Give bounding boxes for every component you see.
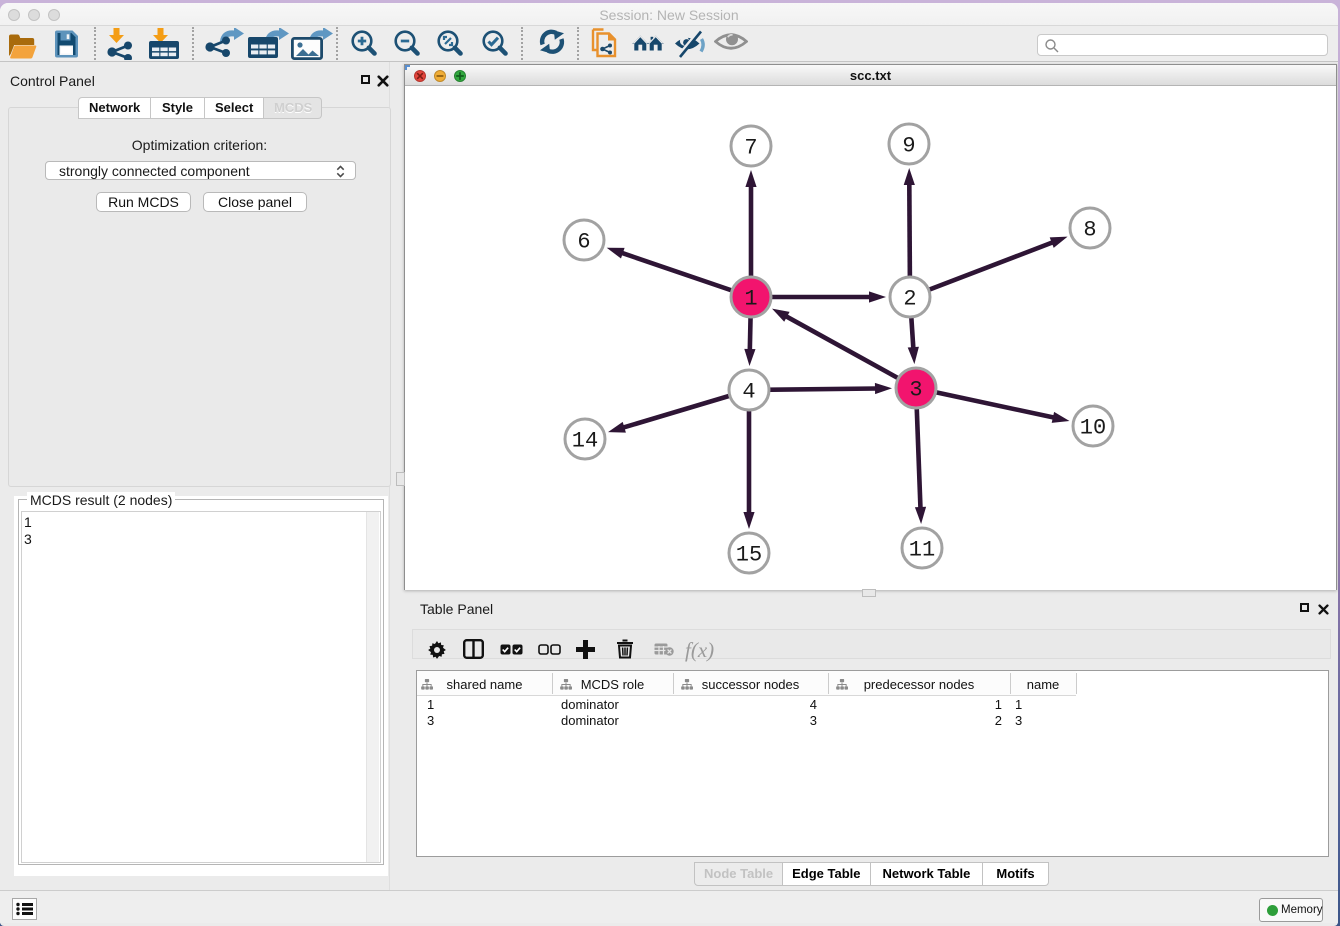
svg-text:2: 2 <box>903 287 916 312</box>
svg-text:6: 6 <box>577 230 590 255</box>
svg-text:1: 1 <box>744 287 757 312</box>
svg-text:11: 11 <box>909 538 935 563</box>
svg-text:10: 10 <box>1080 416 1106 441</box>
svg-text:15: 15 <box>736 543 762 568</box>
svg-text:8: 8 <box>1083 218 1096 243</box>
svg-text:4: 4 <box>742 380 755 405</box>
svg-text:14: 14 <box>572 429 598 454</box>
svg-text:7: 7 <box>744 136 757 161</box>
svg-text:9: 9 <box>902 134 915 159</box>
svg-text:3: 3 <box>909 378 922 403</box>
